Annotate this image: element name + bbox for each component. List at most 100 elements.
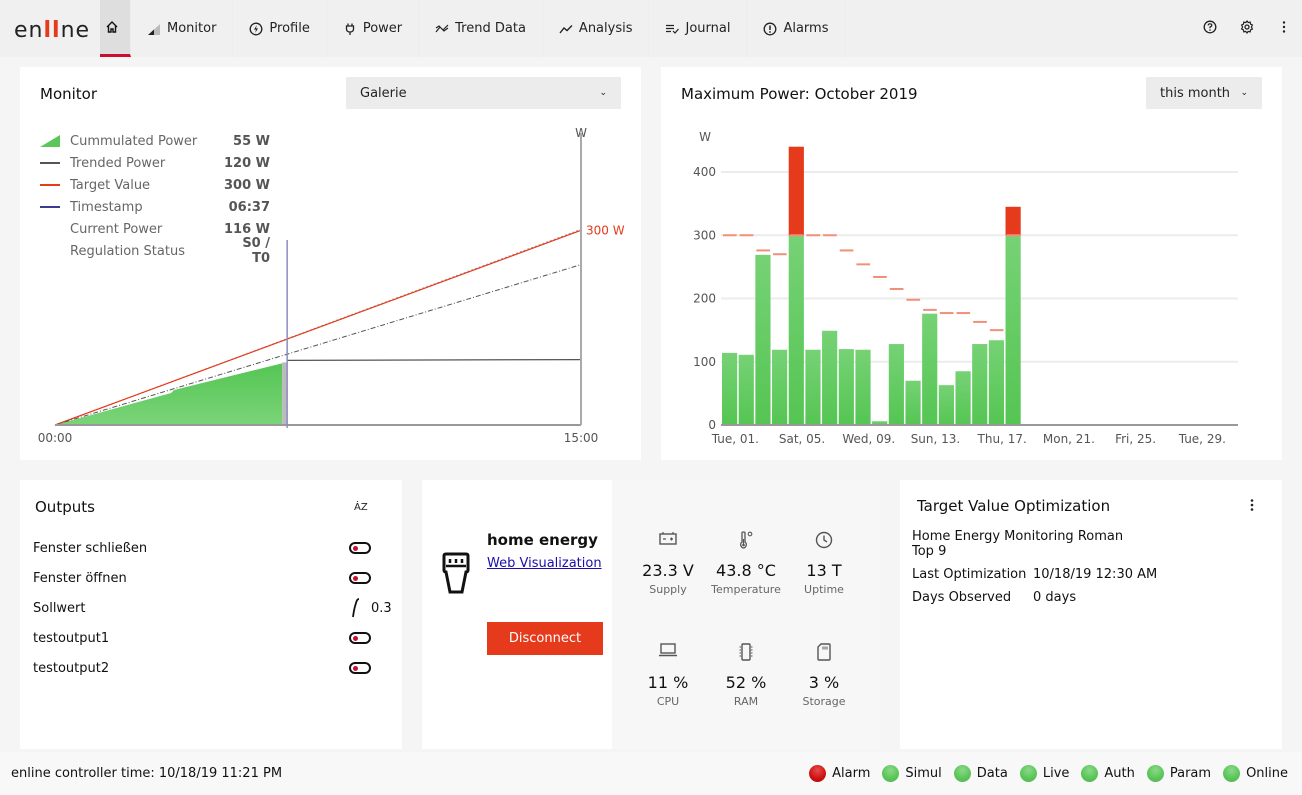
nav-analysis[interactable]: Analysis bbox=[543, 0, 650, 57]
bar-exceeding-target bbox=[1005, 206, 1021, 236]
stat-label: RAM bbox=[733, 695, 759, 708]
web-visualization-link[interactable]: Web Visualization bbox=[487, 556, 602, 571]
plug-icon bbox=[343, 22, 357, 36]
controller-time: enline controller time: 10/18/19 11:21 P… bbox=[11, 766, 283, 781]
status-alarm[interactable]: Alarm bbox=[809, 765, 870, 782]
monitor-card: Monitor Galerie ⌄ Cummulated Power 55 W Tr… bbox=[20, 67, 641, 460]
status-label: Simul bbox=[905, 766, 942, 781]
bar-within-target bbox=[1005, 235, 1021, 425]
max-power-chart: 0 100 200 300 400 W Tue, 01. Sat, 05. Wed, 09. Su… bbox=[693, 130, 1238, 446]
nav-home[interactable] bbox=[100, 0, 131, 57]
output-row: Fenster schließen bbox=[33, 537, 383, 559]
status-online[interactable]: Online bbox=[1223, 765, 1288, 782]
output-label: testoutput1 bbox=[33, 630, 110, 646]
status-live[interactable]: Live bbox=[1019, 765, 1069, 782]
line-chart-icon bbox=[559, 22, 573, 36]
bar bbox=[722, 352, 738, 425]
output-toggle[interactable] bbox=[349, 662, 371, 674]
tvo-menu-button[interactable] bbox=[1248, 498, 1256, 516]
list-check-icon bbox=[665, 22, 680, 36]
monitor-chart: W 300 W 00:00 15:00 bbox=[38, 126, 625, 445]
nav-label: Alarms bbox=[783, 21, 829, 36]
output-toggle[interactable] bbox=[349, 572, 371, 584]
tvo-project-subname: Top 9 bbox=[912, 544, 947, 559]
bar bbox=[955, 371, 971, 425]
nav-power[interactable]: Power bbox=[327, 0, 420, 57]
x-tick-label: Sat, 05. bbox=[779, 432, 825, 446]
sort-az-button[interactable]: ȦZ bbox=[354, 499, 368, 514]
output-label: Fenster schließen bbox=[33, 540, 148, 556]
analog-output-icon[interactable] bbox=[351, 597, 361, 624]
laptop-icon bbox=[623, 643, 713, 665]
output-toggle[interactable] bbox=[349, 632, 371, 644]
nav-trend-data[interactable]: Trend Data bbox=[419, 0, 543, 57]
status-label: Online bbox=[1246, 766, 1288, 781]
stat-label: Uptime bbox=[804, 583, 844, 596]
more-menu-button[interactable] bbox=[1265, 0, 1302, 57]
status-param[interactable]: Param bbox=[1146, 765, 1212, 782]
y-tick-label: 0 bbox=[708, 418, 716, 432]
output-toggle[interactable] bbox=[349, 542, 371, 554]
status-indicators: Alarm Simul Data Live Auth Param Online bbox=[797, 765, 1288, 782]
nav-monitor[interactable]: Monitor bbox=[131, 0, 234, 57]
clock-icon bbox=[779, 531, 869, 553]
y-unit-label: W bbox=[575, 126, 587, 140]
status-footer: enline controller time: 10/18/19 11:21 P… bbox=[0, 752, 1302, 795]
status-led-icon bbox=[1081, 765, 1099, 782]
stat-label: CPU bbox=[656, 695, 680, 708]
bar bbox=[755, 254, 771, 425]
x-tick-label: Mon, 21. bbox=[1043, 432, 1095, 446]
status-simul[interactable]: Simul bbox=[882, 765, 942, 782]
target-value-line bbox=[54, 229, 582, 426]
disconnect-button[interactable]: Disconnect bbox=[487, 622, 603, 655]
output-row: Sollwert 0.3 bbox=[33, 597, 392, 619]
nav-profile[interactable]: Profile bbox=[233, 0, 327, 57]
x-tick-label: Sun, 13. bbox=[911, 432, 961, 446]
device-name: home energy bbox=[487, 531, 598, 549]
status-label: Auth bbox=[1104, 766, 1135, 781]
settings-button[interactable] bbox=[1228, 0, 1265, 57]
trend-icon bbox=[435, 22, 449, 36]
stat-value: 23.3 V bbox=[642, 561, 694, 580]
status-data[interactable]: Data bbox=[953, 765, 1008, 782]
tvo-last-optimization-value: 10/18/19 12:30 AM bbox=[1033, 567, 1158, 582]
bar bbox=[855, 349, 871, 425]
stat-value: 3 % bbox=[808, 673, 840, 692]
bar bbox=[888, 344, 904, 425]
output-value[interactable]: 0.3 bbox=[371, 601, 392, 616]
nav-label: Monitor bbox=[167, 21, 217, 36]
stat-label: Storage bbox=[802, 695, 846, 708]
battery-icon bbox=[623, 531, 713, 553]
outputs-title: Outputs bbox=[35, 498, 95, 516]
x-tick-label: 00:00 bbox=[38, 431, 73, 445]
tvo-last-optimization-label: Last Optimization bbox=[912, 567, 1027, 582]
status-led-icon bbox=[809, 765, 827, 782]
stat-value: 13 T bbox=[806, 561, 842, 580]
stat-label: Supply bbox=[649, 583, 687, 596]
signal-triangle-icon bbox=[147, 22, 161, 36]
tvo-days-observed-label: Days Observed bbox=[912, 590, 1012, 605]
status-auth[interactable]: Auth bbox=[1081, 765, 1135, 782]
x-tick-label: Tue, 29. bbox=[1178, 432, 1226, 446]
alert-circle-icon bbox=[763, 22, 777, 36]
stat-cpu: 11 % CPU bbox=[623, 643, 713, 708]
status-label: Data bbox=[976, 766, 1008, 781]
bar-within-target bbox=[788, 235, 804, 425]
projected-power-line bbox=[54, 264, 582, 426]
ethernet-plug-icon bbox=[440, 552, 472, 600]
output-row: Fenster öffnen bbox=[33, 567, 383, 589]
help-button[interactable] bbox=[1191, 0, 1228, 57]
nav-journal[interactable]: Journal bbox=[649, 0, 748, 57]
output-label: testoutput2 bbox=[33, 660, 110, 676]
stat-value: 52 % bbox=[725, 673, 767, 692]
bar-exceeding-target bbox=[788, 146, 804, 236]
tvo-title: Target Value Optimization bbox=[917, 497, 1111, 515]
status-led-icon bbox=[953, 765, 971, 782]
logo-text-end: ne bbox=[60, 18, 91, 43]
status-label: Param bbox=[1169, 766, 1212, 781]
target-value-optimization-card: Target Value Optimization Home Energy Mo… bbox=[900, 480, 1282, 749]
nav-alarms[interactable]: Alarms bbox=[747, 0, 846, 57]
output-label: Sollwert bbox=[33, 600, 86, 616]
nav-right-actions bbox=[1191, 0, 1302, 57]
enline-logo[interactable]: enllne bbox=[14, 18, 90, 43]
